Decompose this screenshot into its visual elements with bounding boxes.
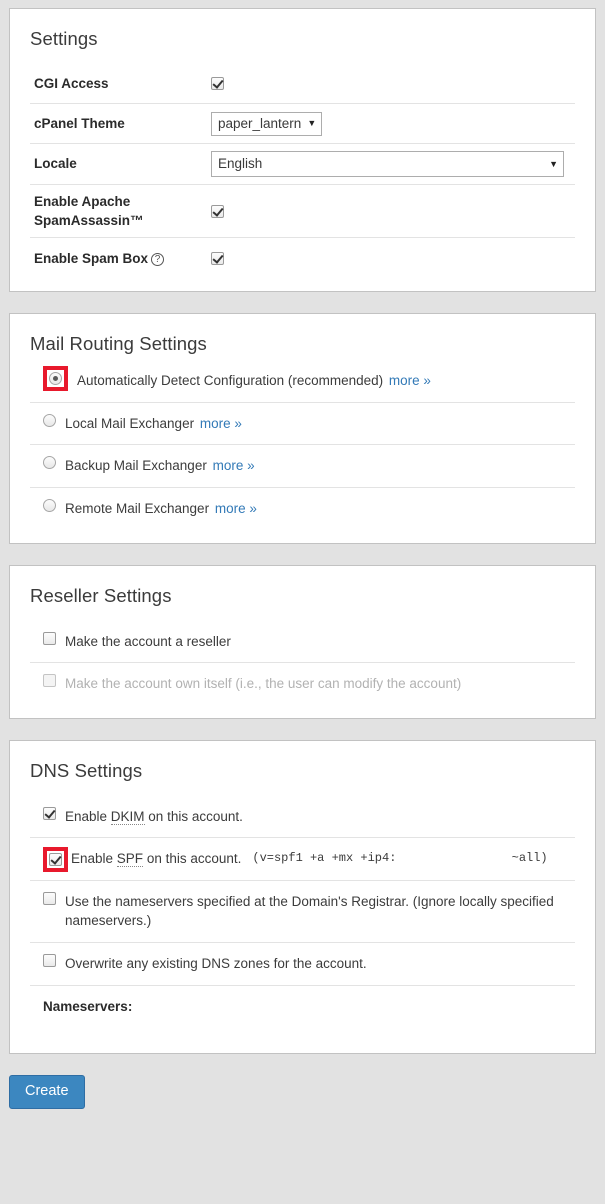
label-spam-box: Enable Spam Box? (30, 249, 211, 268)
label-spamassassin: Enable Apache SpamAssassin™ (34, 194, 144, 229)
backup-mail-exchanger-radio[interactable] (43, 456, 56, 470)
reseller-title: Reseller Settings (30, 584, 172, 606)
spf-suffix: on this account. (143, 851, 242, 867)
mail-routing-panel: Mail Routing Settings Automatically Dete… (9, 313, 596, 544)
cpanel-theme-value: paper_lantern (218, 115, 302, 131)
make-reseller-label: Make the account a reseller (65, 633, 231, 649)
highlight-box-auto-detect (43, 366, 68, 392)
own-itself-checkbox (43, 674, 56, 688)
mail-routing-option-remote[interactable]: Remote Mail Exchanger more » (30, 488, 575, 530)
dkim-checkbox[interactable] (43, 806, 56, 820)
page-root: Settings CGI Access cPanel Theme paper_l… (0, 0, 605, 1123)
mail-routing-option-local[interactable]: Local Mail Exchanger more » (30, 403, 575, 446)
mail-routing-title: Mail Routing Settings (30, 333, 207, 355)
spf-checkbox[interactable] (49, 852, 62, 866)
local-mail-exchanger-label: Local Mail Exchanger (65, 415, 195, 431)
dns-option-registrar-nameservers[interactable]: Use the nameservers specified at the Dom… (30, 881, 575, 943)
row-cpanel-theme: cPanel Theme paper_lantern ▼ (30, 104, 575, 144)
create-button[interactable]: Create (9, 1074, 85, 1110)
dns-panel: DNS Settings Enable DKIM on this account… (9, 739, 596, 1054)
label-spam-box-text: Enable Spam Box (34, 250, 149, 266)
dns-option-spf[interactable]: Enable SPF on this account. (v=spf1 +a +m… (30, 838, 575, 881)
row-spam-box: Enable Spam Box? (30, 238, 575, 278)
overwrite-zones-checkbox[interactable] (43, 953, 56, 967)
remote-mail-exchanger-label: Remote Mail Exchanger (65, 501, 210, 516)
question-circle-icon[interactable]: ? (151, 252, 165, 266)
reseller-option-make-reseller[interactable]: Make the account a reseller (30, 621, 575, 664)
more-link-remote[interactable]: more » (215, 501, 257, 516)
auto-detect-radio[interactable] (49, 372, 62, 386)
mail-routing-option-auto[interactable]: Automatically Detect Configuration (reco… (30, 366, 575, 403)
spf-abbr: SPF (116, 851, 144, 868)
settings-title: Settings (30, 28, 98, 49)
row-locale: Locale English ▼ (30, 144, 575, 185)
dkim-abbr: DKIM (110, 808, 145, 825)
overwrite-zones-label: Overwrite any existing DNS zones for the… (65, 955, 367, 971)
dns-option-dkim[interactable]: Enable DKIM on this account. (30, 796, 575, 839)
mail-routing-option-backup[interactable]: Backup Mail Exchanger more » (30, 445, 575, 488)
label-cgi-access: CGI Access (34, 75, 109, 91)
more-link-backup[interactable]: more » (213, 458, 255, 473)
reseller-panel: Reseller Settings Make the account a res… (9, 564, 596, 719)
cgi-access-checkbox[interactable] (211, 77, 224, 90)
registrar-nameservers-checkbox[interactable] (43, 891, 56, 905)
locale-value: English (218, 156, 263, 171)
auto-detect-label: Automatically Detect Configuration (reco… (77, 373, 384, 389)
locale-select[interactable]: English ▼ (211, 151, 564, 177)
dns-title: DNS Settings (30, 759, 143, 781)
spf-record: (v=spf1 +a +mx +ip4: ~all) (252, 851, 548, 866)
label-cpanel-theme: cPanel Theme (34, 115, 125, 131)
make-reseller-checkbox[interactable] (43, 631, 56, 645)
label-locale: Locale (34, 156, 77, 172)
dkim-suffix: on this account. (144, 808, 243, 824)
own-itself-label: Make the account own itself (i.e., the u… (65, 676, 462, 692)
remote-mail-exchanger-radio[interactable] (43, 499, 56, 512)
more-link-auto-detect[interactable]: more » (389, 373, 431, 388)
reseller-option-own-itself: Make the account own itself (i.e., the u… (30, 663, 575, 705)
nameservers-field-area (30, 1017, 575, 1040)
row-cgi-access: CGI Access (30, 64, 575, 104)
footer-actions: Create (9, 1074, 596, 1124)
spam-box-checkbox[interactable] (211, 251, 224, 265)
chevron-down-icon: ▼ (549, 158, 558, 169)
registrar-nameservers-label: Use the nameservers specified at the Dom… (65, 893, 554, 929)
spf-prefix: Enable (71, 851, 117, 867)
dns-option-overwrite-zones[interactable]: Overwrite any existing DNS zones for the… (30, 943, 575, 986)
settings-panel: Settings CGI Access cPanel Theme paper_l… (9, 8, 596, 293)
dkim-prefix: Enable (65, 808, 111, 824)
nameservers-label: Nameservers: (43, 998, 133, 1014)
highlight-box-spf (43, 846, 68, 872)
cpanel-theme-select[interactable]: paper_lantern ▼ (211, 111, 323, 136)
local-mail-exchanger-radio[interactable] (43, 413, 56, 427)
row-spamassassin: Enable Apache SpamAssassin™ (30, 185, 575, 239)
spamassassin-checkbox[interactable] (211, 204, 224, 218)
more-link-local[interactable]: more » (200, 416, 242, 431)
chevron-down-icon: ▼ (307, 118, 317, 128)
backup-mail-exchanger-label: Backup Mail Exchanger (65, 458, 207, 474)
